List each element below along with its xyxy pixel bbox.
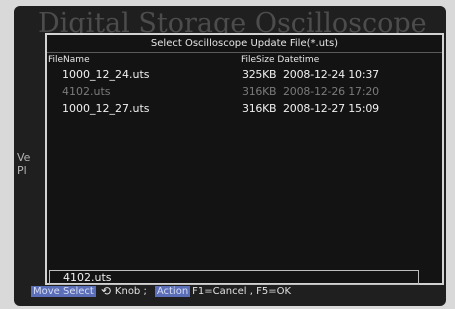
file-row[interactable]: 4102.uts 316KB 2008-12-26 17:20 (47, 83, 442, 100)
file-name: 4102.uts (62, 85, 111, 98)
column-size-datetime: FileSize Datetime (241, 55, 320, 65)
selected-file-field[interactable]: 4102.uts (49, 270, 419, 285)
file-row[interactable]: 1000_12_27.uts 316KB 2008-12-27 15:09 (47, 100, 442, 117)
column-header: FileName FileSize Datetime (47, 53, 442, 66)
file-select-dialog: Select Oscilloscope Update File(*.uts) F… (45, 33, 444, 285)
oscilloscope-screen: Digital Storage Oscilloscope Ve Pl Selec… (14, 6, 446, 306)
file-row[interactable]: 1000_12_24.uts 325KB 2008-12-24 10:37 (47, 66, 442, 83)
file-name: 1000_12_27.uts (62, 102, 150, 115)
background-side-text: Ve Pl (17, 151, 30, 177)
column-filename: FileName (48, 55, 90, 65)
file-size: 325KB (242, 68, 277, 81)
action-keys-text: F1=Cancel , F5=OK (192, 285, 291, 297)
file-name: 1000_12_24.uts (62, 68, 150, 81)
file-size: 316KB (242, 102, 277, 115)
knob-rotate-icon: ⟲ (100, 284, 111, 298)
file-datetime: 2008-12-26 17:20 (283, 85, 379, 98)
help-bar: Move Select ⟲ Knob ; Action F1=Cancel , … (31, 284, 295, 298)
file-size: 316KB (242, 85, 277, 98)
side-text-line: Ve (17, 151, 31, 164)
move-select-label: Move Select (31, 285, 96, 297)
knob-label: Knob ; (114, 285, 147, 297)
side-text-line: Pl (17, 164, 27, 177)
file-datetime: 2008-12-27 15:09 (283, 102, 379, 115)
dialog-title: Select Oscilloscope Update File(*.uts) (47, 35, 442, 53)
file-datetime: 2008-12-24 10:37 (283, 68, 379, 81)
action-label: Action (154, 285, 191, 297)
